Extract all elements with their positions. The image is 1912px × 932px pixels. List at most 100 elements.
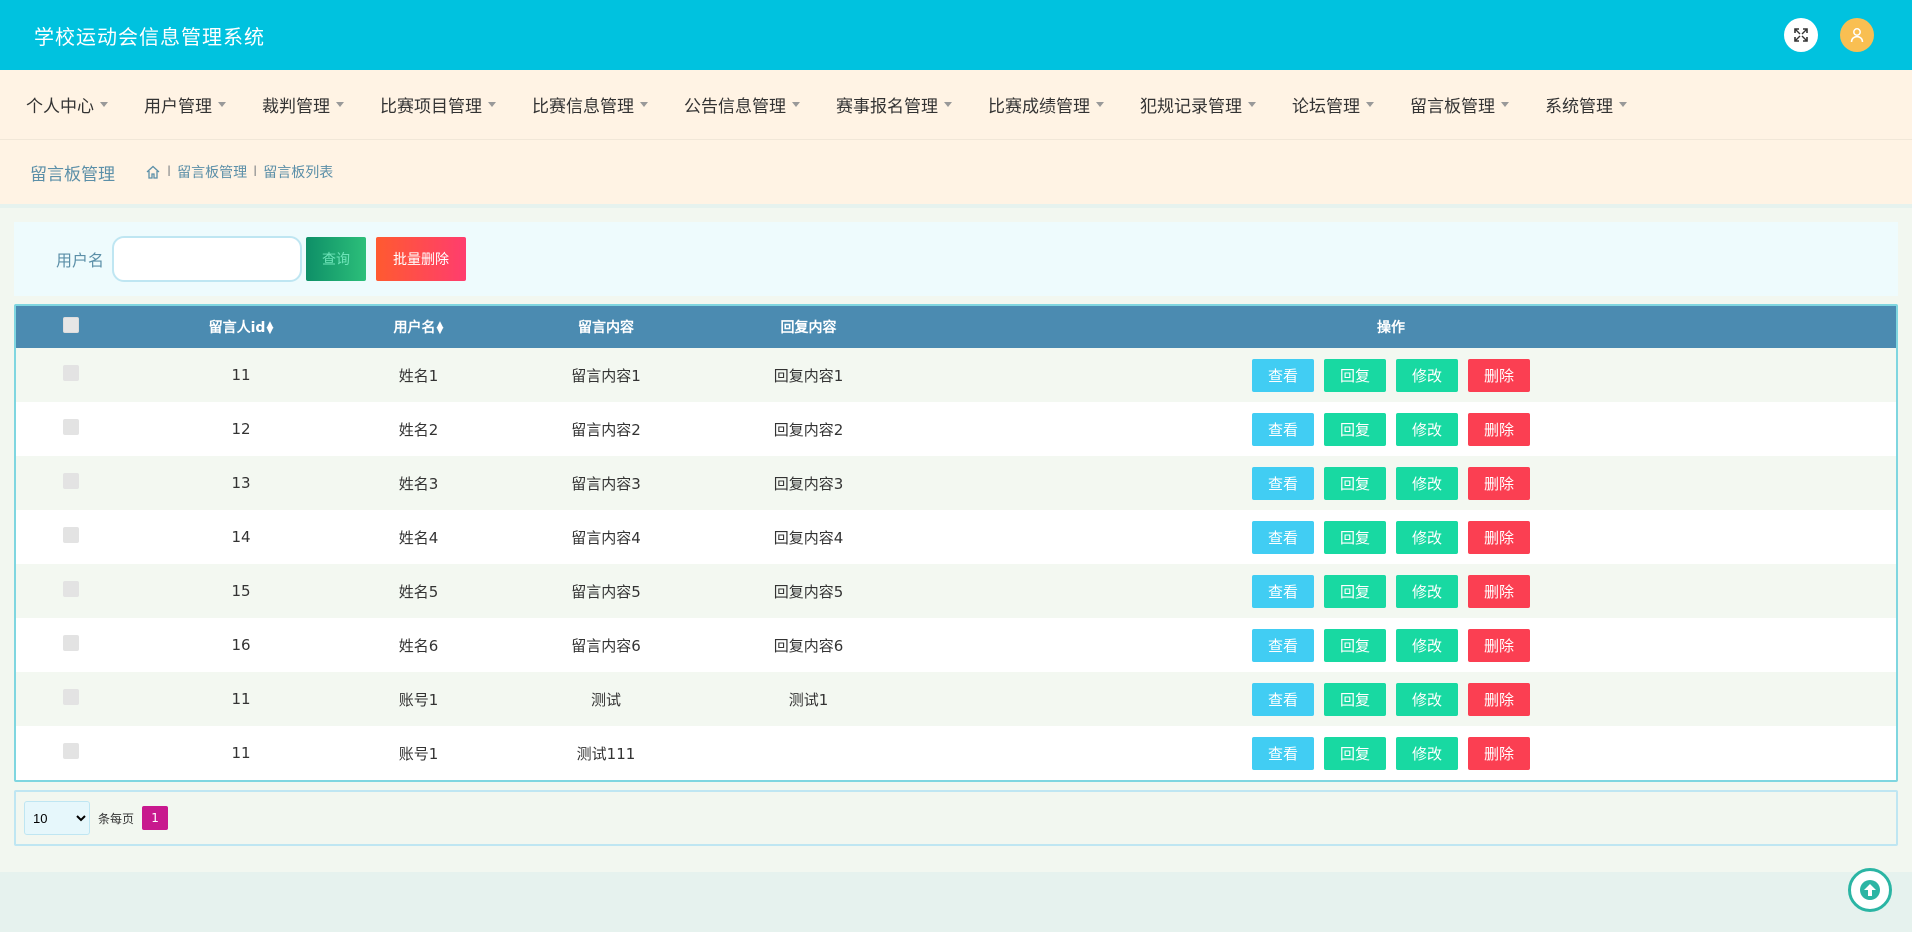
nav-item-forum-management[interactable]: 论坛管理 xyxy=(1292,92,1374,117)
delete-button[interactable]: 删除 xyxy=(1468,736,1530,770)
row-checkbox[interactable] xyxy=(63,635,79,651)
row-checkbox[interactable] xyxy=(63,743,79,759)
row-checkbox[interactable] xyxy=(63,473,79,489)
nav-item-referee-management[interactable]: 裁判管理 xyxy=(262,92,344,117)
view-button[interactable]: 查看 xyxy=(1252,574,1314,608)
reply-button[interactable]: 回复 xyxy=(1324,520,1386,554)
search-bar: 用户名 查询 批量删除 xyxy=(14,222,1898,296)
nav-item-announcement-management[interactable]: 公告信息管理 xyxy=(684,92,800,117)
chevron-down-icon xyxy=(1619,102,1627,107)
home-icon[interactable] xyxy=(145,164,161,180)
chevron-down-icon xyxy=(944,102,952,107)
row-actions: 查看 回复 修改 删除 xyxy=(886,736,1896,770)
sort-icon[interactable]: ▲ ▼ xyxy=(437,321,444,336)
edit-button[interactable]: 修改 xyxy=(1396,358,1458,392)
username-search-input[interactable] xyxy=(112,236,303,282)
query-button[interactable]: 查询 xyxy=(306,237,367,281)
view-button[interactable]: 查看 xyxy=(1252,466,1314,500)
row-actions: 查看 回复 修改 删除 xyxy=(886,628,1896,662)
reply-button[interactable]: 回复 xyxy=(1324,358,1386,392)
nav-item-personal-center[interactable]: 个人中心 xyxy=(26,92,108,117)
cell-reply: 回复内容6 xyxy=(773,636,844,655)
column-header-username[interactable]: 用户名▲ ▼ xyxy=(356,306,481,348)
cell-content: 测试111 xyxy=(576,744,636,763)
reply-button[interactable]: 回复 xyxy=(1324,628,1386,662)
cell-id: 15 xyxy=(231,582,251,600)
fullscreen-button[interactable] xyxy=(1784,18,1818,52)
pagination: 10 条每页 1 xyxy=(14,790,1898,846)
reply-button[interactable]: 回复 xyxy=(1324,412,1386,446)
nav-item-match-info-management[interactable]: 比赛信息管理 xyxy=(532,92,648,117)
view-button[interactable]: 查看 xyxy=(1252,682,1314,716)
row-actions: 查看 回复 修改 删除 xyxy=(886,520,1896,554)
table-header-row: 留言人id▲ ▼ 用户名▲ ▼ 留言内容 回复内容 操作 xyxy=(16,306,1896,348)
nav-item-system-management[interactable]: 系统管理 xyxy=(1545,92,1627,117)
delete-button[interactable]: 删除 xyxy=(1468,574,1530,608)
table-row: 11 账号1 测试111 查看 回复 修改 删除 xyxy=(16,726,1896,780)
app-header: 学校运动会信息管理系统 xyxy=(0,0,1912,70)
delete-button[interactable]: 删除 xyxy=(1468,520,1530,554)
edit-button[interactable]: 修改 xyxy=(1396,628,1458,662)
reply-button[interactable]: 回复 xyxy=(1324,574,1386,608)
sort-icon[interactable]: ▲ ▼ xyxy=(266,321,273,336)
edit-button[interactable]: 修改 xyxy=(1396,574,1458,608)
view-button[interactable]: 查看 xyxy=(1252,736,1314,770)
chevron-down-icon xyxy=(1501,102,1509,107)
row-actions: 查看 回复 修改 删除 xyxy=(886,358,1896,392)
cell-id: 16 xyxy=(231,636,251,654)
page-number-button[interactable]: 1 xyxy=(142,806,169,830)
edit-button[interactable]: 修改 xyxy=(1396,736,1458,770)
row-checkbox[interactable] xyxy=(63,527,79,543)
page-size-select[interactable]: 10 xyxy=(24,801,90,835)
back-to-top-button[interactable] xyxy=(1848,868,1892,912)
breadcrumb-bar: 留言板管理 I 留言板管理 I 留言板列表 xyxy=(0,140,1912,204)
nav-item-message-board-management[interactable]: 留言板管理 xyxy=(1410,92,1509,117)
edit-button[interactable]: 修改 xyxy=(1396,682,1458,716)
cell-content: 留言内容2 xyxy=(571,420,641,439)
cell-content: 留言内容4 xyxy=(571,528,641,547)
main-nav: 个人中心 用户管理 裁判管理 比赛项目管理 比赛信息管理 公告信息管理 赛事报名… xyxy=(0,70,1912,140)
header-actions xyxy=(1784,18,1874,52)
cell-username: 姓名4 xyxy=(398,528,439,547)
delete-button[interactable]: 删除 xyxy=(1468,358,1530,392)
nav-item-user-management[interactable]: 用户管理 xyxy=(144,92,226,117)
view-button[interactable]: 查看 xyxy=(1252,628,1314,662)
reply-button[interactable]: 回复 xyxy=(1324,466,1386,500)
view-button[interactable]: 查看 xyxy=(1252,520,1314,554)
delete-button[interactable]: 删除 xyxy=(1468,412,1530,446)
edit-button[interactable]: 修改 xyxy=(1396,412,1458,446)
table-row: 15 姓名5 留言内容5 回复内容5 查看 回复 修改 删除 xyxy=(16,564,1896,618)
search-label: 用户名 xyxy=(56,251,105,270)
cell-content: 留言内容3 xyxy=(571,474,641,493)
batch-delete-button[interactable]: 批量删除 xyxy=(376,237,467,281)
user-avatar-button[interactable] xyxy=(1840,18,1874,52)
delete-button[interactable]: 删除 xyxy=(1468,466,1530,500)
edit-button[interactable]: 修改 xyxy=(1396,520,1458,554)
column-header-content: 留言内容 xyxy=(578,320,634,336)
nav-item-foul-record-management[interactable]: 犯规记录管理 xyxy=(1140,92,1256,117)
cell-content: 测试 xyxy=(590,690,621,709)
reply-button[interactable]: 回复 xyxy=(1324,736,1386,770)
column-header-id[interactable]: 留言人id▲ ▼ xyxy=(126,306,356,348)
column-header-reply: 回复内容 xyxy=(780,320,837,336)
per-page-label: 条每页 xyxy=(98,811,135,826)
delete-button[interactable]: 删除 xyxy=(1468,682,1530,716)
view-button[interactable]: 查看 xyxy=(1252,412,1314,446)
edit-button[interactable]: 修改 xyxy=(1396,466,1458,500)
chevron-down-icon xyxy=(488,102,496,107)
nav-item-score-management[interactable]: 比赛成绩管理 xyxy=(988,92,1104,117)
view-button[interactable]: 查看 xyxy=(1252,358,1314,392)
row-checkbox[interactable] xyxy=(63,689,79,705)
table-row: 12 姓名2 留言内容2 回复内容2 查看 回复 修改 删除 xyxy=(16,402,1896,456)
nav-item-registration-management[interactable]: 赛事报名管理 xyxy=(836,92,952,117)
row-checkbox[interactable] xyxy=(63,581,79,597)
row-checkbox[interactable] xyxy=(63,419,79,435)
reply-button[interactable]: 回复 xyxy=(1324,682,1386,716)
delete-button[interactable]: 删除 xyxy=(1468,628,1530,662)
select-all-checkbox[interactable] xyxy=(63,317,79,333)
nav-item-event-project-management[interactable]: 比赛项目管理 xyxy=(380,92,496,117)
cell-content: 留言内容5 xyxy=(571,582,641,601)
cell-username: 账号1 xyxy=(398,744,439,763)
breadcrumb-item[interactable]: 留言板管理 xyxy=(177,162,247,182)
row-checkbox[interactable] xyxy=(63,365,79,381)
